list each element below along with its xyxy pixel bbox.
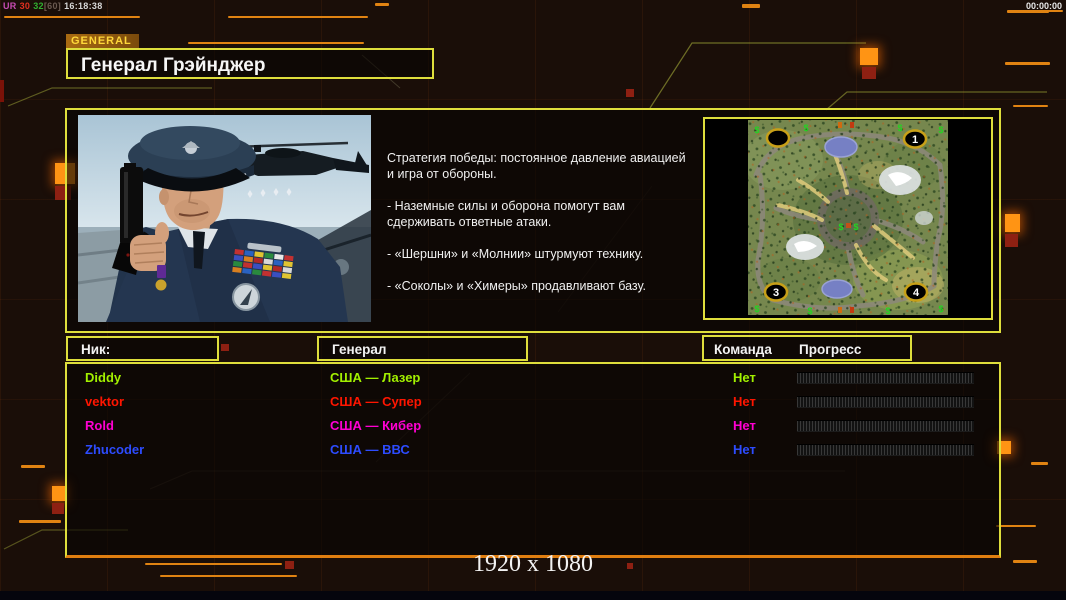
player-progress-bar <box>797 420 974 432</box>
start-position-marker-4[interactable]: 4 <box>903 282 929 302</box>
decor-dash <box>1013 105 1048 107</box>
player-team[interactable]: Нет <box>733 418 756 433</box>
player-row[interactable]: Zhucoder США — ВВС Нет <box>67 439 999 463</box>
player-list: Diddy США — Лазер Нет vektor США — Супер… <box>65 362 1001 558</box>
player-nick: Diddy <box>85 370 122 385</box>
player-progress-bar <box>797 372 974 384</box>
decor-glow-square <box>860 48 878 65</box>
decor-glow-square <box>1005 214 1020 232</box>
bottom-letterbox-bar <box>0 591 1066 600</box>
decor-red-square <box>862 67 876 79</box>
header-team-progress: Команда Прогресс <box>702 335 912 361</box>
player-general: США — Лазер <box>330 370 421 385</box>
debug-label: UR <box>3 1 17 11</box>
header-progress-label: Прогресс <box>799 342 862 357</box>
player-team[interactable]: Нет <box>733 394 756 409</box>
player-general: США — Кибер <box>330 418 422 433</box>
decor-dash <box>21 465 45 468</box>
header-general-label: Генерал <box>332 342 387 357</box>
decor-red-square <box>221 344 229 351</box>
player-general: США — Супер <box>330 394 422 409</box>
debug-cap: [60] <box>43 1 62 11</box>
player-nick: Zhucoder <box>85 442 145 457</box>
decor-dash <box>188 42 364 44</box>
decor-dash <box>1031 462 1048 465</box>
supply-dock-icon: $ <box>807 306 812 315</box>
decor-dash <box>4 16 140 18</box>
supply-dock-icon: $ <box>938 125 943 135</box>
player-progress-bar <box>797 444 974 456</box>
debug-value: 32 <box>33 1 44 11</box>
start-position-marker-3[interactable]: 3 <box>763 282 789 302</box>
minimap-panel: $ $ $ $ $ $ $ $ $ $ 1 3 4 <box>703 117 993 320</box>
supply-dock-icon: $ <box>754 125 759 135</box>
start-position-marker-occupied[interactable] <box>765 128 791 148</box>
header-team-label: Команда <box>714 342 772 357</box>
svg-text:3: 3 <box>773 287 779 299</box>
player-team[interactable]: Нет <box>733 370 756 385</box>
decor-red-square <box>52 503 64 514</box>
player-row[interactable]: vektor США — Супер Нет <box>67 391 999 415</box>
round-insignia <box>232 283 260 311</box>
supply-dock-icon: $ <box>897 123 902 133</box>
page-title: Генерал Грэйнджер <box>81 55 266 76</box>
svg-text:1: 1 <box>912 134 918 146</box>
strategy-briefing: Стратегия победы: постоянное давление ав… <box>387 151 686 293</box>
supply-dock-icon: $ <box>853 222 858 232</box>
header-nick-label: Ник: <box>81 342 111 357</box>
supply-dock-icon: $ <box>754 304 759 314</box>
supply-dock-icon: $ <box>838 222 843 232</box>
debug-readout: UR 30 32[60] 16:18:38 <box>3 1 106 11</box>
svg-text:4: 4 <box>913 287 920 299</box>
player-row[interactable]: Rold США — Кибер Нет <box>67 415 999 439</box>
lobby-screen: UR 30 32[60] 16:18:38 00:00:00 GENERAL Гене… <box>0 0 1066 600</box>
minimap-illustration: $ $ $ $ $ $ $ $ $ $ 1 3 4 <box>748 120 948 315</box>
decor-dash <box>19 520 61 523</box>
resolution-watermark: 1920 x 1080 <box>473 551 593 577</box>
decor-dash <box>1005 62 1050 65</box>
player-row[interactable]: Diddy США — Лазер Нет <box>67 367 999 391</box>
debug-time: 16:18:38 <box>64 1 103 11</box>
player-team[interactable]: Нет <box>733 442 756 457</box>
decor-dash <box>742 4 760 8</box>
tab-general: GENERAL <box>66 34 139 49</box>
decor-dash <box>996 525 1036 527</box>
start-position-marker-1[interactable]: 1 <box>902 129 928 149</box>
general-portrait <box>77 115 372 322</box>
player-nick: Rold <box>85 418 114 433</box>
supply-dock-icon: $ <box>803 123 808 133</box>
edge-marker <box>0 80 4 102</box>
decor-red-square <box>626 89 634 97</box>
player-nick: vektor <box>85 394 125 409</box>
supply-dock-icon: $ <box>938 304 943 314</box>
general-title-box: Генерал Грэйнджер <box>66 48 434 79</box>
supply-dock-icon: $ <box>885 306 890 315</box>
header-nick: Ник: <box>66 336 219 361</box>
decor-red-square <box>1005 234 1018 247</box>
decor-dash <box>228 16 368 18</box>
game-clock: 00:00:00 <box>1025 1 1062 11</box>
header-general: Генерал <box>317 336 528 361</box>
player-progress-bar <box>797 396 974 408</box>
player-general: США — ВВС <box>330 442 410 457</box>
general-portrait-illustration <box>77 115 372 322</box>
decor-dash <box>375 3 389 6</box>
decor-glow-square <box>52 486 65 501</box>
debug-fps: 30 <box>19 1 31 11</box>
